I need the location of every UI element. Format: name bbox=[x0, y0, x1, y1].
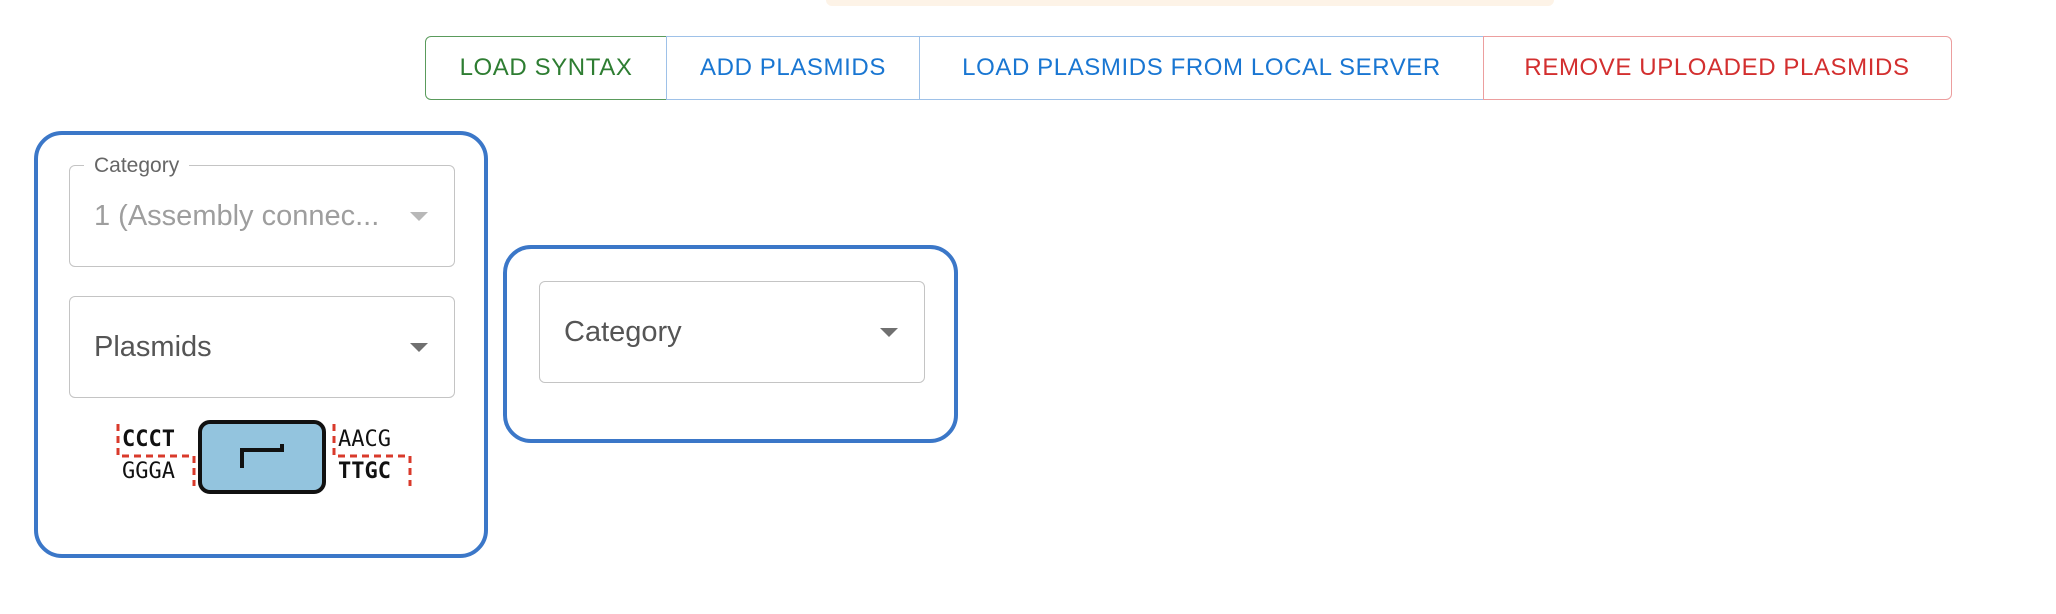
alert-banner-edge bbox=[826, 0, 1554, 6]
plasmids-select[interactable]: Plasmids bbox=[69, 296, 455, 398]
promoter-box bbox=[198, 420, 326, 494]
remove-uploaded-plasmids-button[interactable]: REMOVE UPLOADED PLASMIDS bbox=[1482, 36, 1952, 100]
chevron-down-icon bbox=[880, 328, 898, 337]
part-glyph: CCCT GGGA AACG TTGC bbox=[116, 420, 412, 494]
category-select[interactable]: Category 1 (Assembly connec... bbox=[69, 154, 455, 267]
category-select-empty[interactable]: Category bbox=[539, 281, 925, 383]
add-plasmids-button[interactable]: ADD PLASMIDS bbox=[665, 36, 921, 100]
left-bottom-overhang: GGGA bbox=[122, 459, 175, 484]
load-plasmids-local-server-button[interactable]: LOAD PLASMIDS FROM LOCAL SERVER bbox=[919, 36, 1484, 100]
load-syntax-button[interactable]: LOAD SYNTAX bbox=[425, 36, 667, 100]
chevron-down-icon bbox=[410, 343, 428, 352]
category-value: 1 (Assembly connec... bbox=[94, 199, 380, 232]
category-placeholder: Category bbox=[564, 315, 682, 348]
page: LOAD SYNTAX ADD PLASMIDS LOAD PLASMIDS F… bbox=[0, 0, 2056, 614]
plasmids-placeholder: Plasmids bbox=[94, 330, 212, 363]
chevron-down-icon bbox=[410, 212, 428, 221]
action-button-group: LOAD SYNTAX ADD PLASMIDS LOAD PLASMIDS F… bbox=[425, 36, 1952, 100]
right-top-overhang: AACG bbox=[338, 427, 391, 452]
right-bottom-overhang: TTGC bbox=[338, 459, 391, 484]
left-top-overhang: CCCT bbox=[122, 427, 175, 452]
